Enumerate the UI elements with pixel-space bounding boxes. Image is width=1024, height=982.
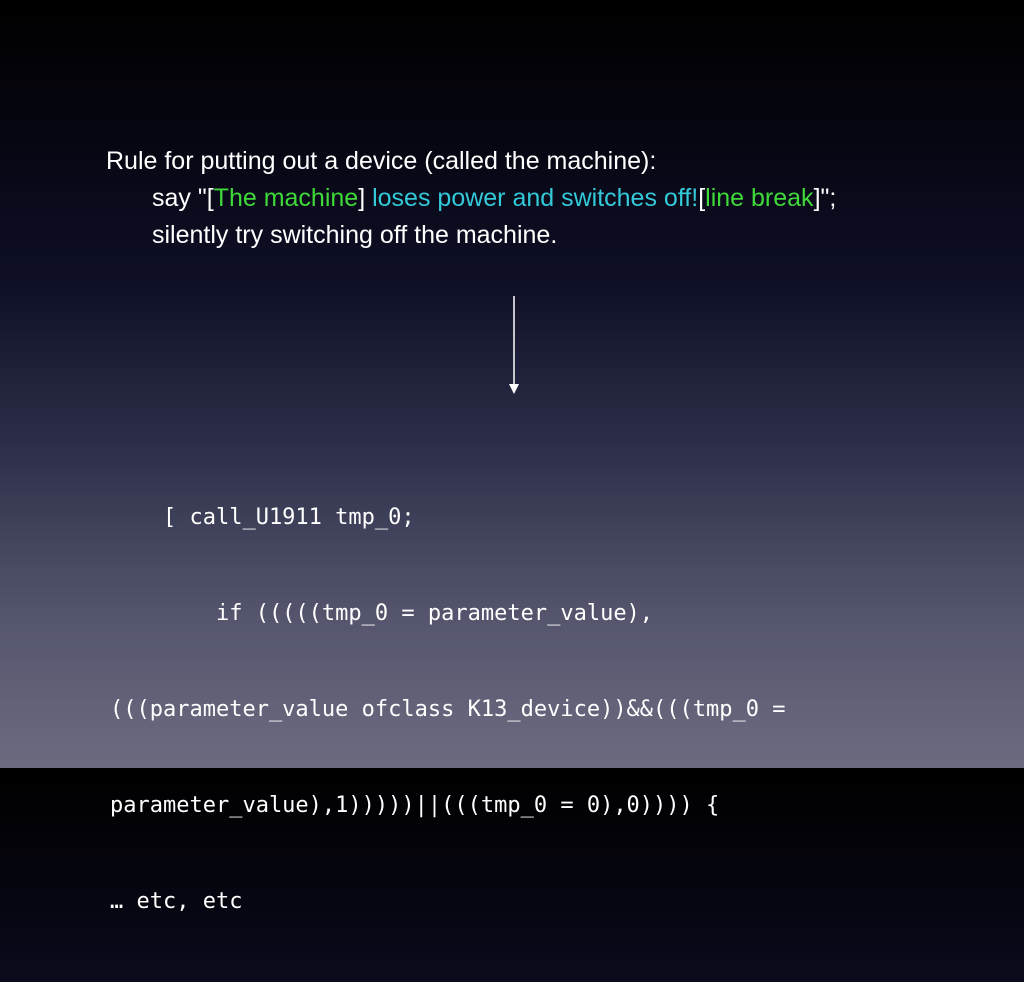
rule-heading: Rule for putting out a device (called th… xyxy=(106,147,657,175)
compiled-inform6-code: [ call_U1911 tmp_0; if (((((tmp_0 = para… xyxy=(110,438,1010,982)
code-line: … etc, etc xyxy=(110,889,243,914)
the-machine-substitution: The machine xyxy=(213,184,359,212)
down-arrow-icon xyxy=(509,296,519,394)
code-line: if (((((tmp_0 = parameter_value), xyxy=(110,601,654,626)
rule-say-line: say "[The machine] loses power and switc… xyxy=(106,180,1006,217)
say-prefix: say "[ xyxy=(152,184,214,212)
slide: Rule for putting out a device (called th… xyxy=(0,0,1024,914)
loses-power-text: loses power and switches off! xyxy=(365,184,699,212)
code-line: parameter_value),1)))))||(((tmp_0 = 0),0… xyxy=(110,793,720,818)
line-break-substitution: line break xyxy=(705,184,814,212)
code-line: (((parameter_value ofclass K13_device))&… xyxy=(110,697,786,722)
inform7-rule: Rule for putting out a device (called th… xyxy=(106,143,1006,254)
say-suffix: ]"; xyxy=(813,184,837,212)
rule-silently-line: silently try switching off the machine. xyxy=(152,221,558,249)
code-line: [ call_U1911 tmp_0; xyxy=(110,505,415,530)
